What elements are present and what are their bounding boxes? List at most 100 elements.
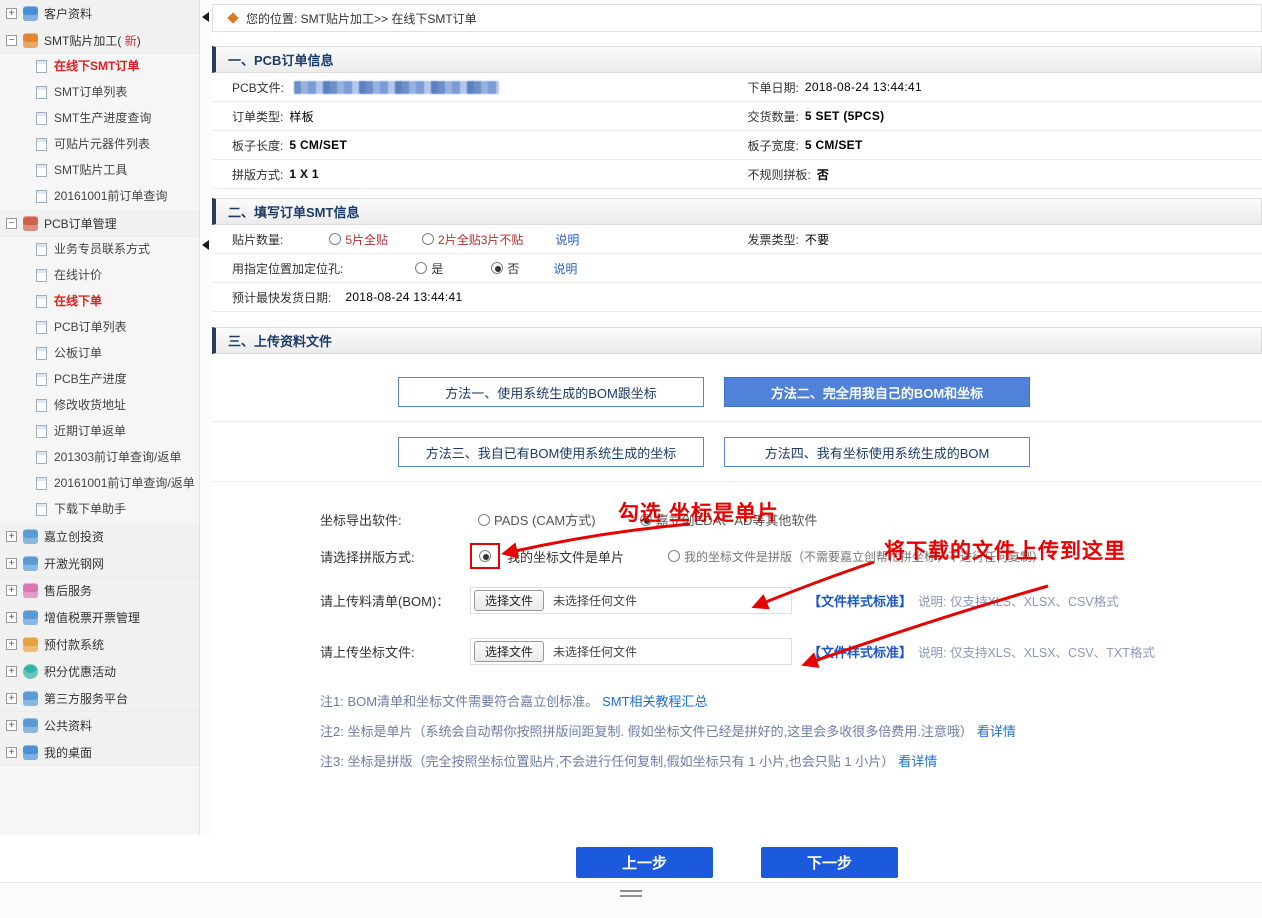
prev-step-button[interactable]: 上一步	[576, 847, 713, 878]
note-2: 注2: 坐标是单片（系统会自动帮你按照拼版间距复制. 假如坐标文件已经是拼好的,…	[212, 721, 1262, 740]
paste-qty-option-1-radio[interactable]: 5片全贴	[329, 231, 388, 248]
collapse-icon[interactable]	[6, 35, 17, 46]
collapse-sidebar-arrow-icon[interactable]	[202, 240, 209, 250]
document-icon	[36, 399, 47, 412]
locating-hole-yes-radio[interactable]: 是	[415, 260, 443, 277]
collapse-sidebar-arrow-icon[interactable]	[202, 12, 209, 22]
coord-style-standard-link[interactable]: 【文件样式标准】	[808, 642, 912, 661]
paste-qty-option-2-radio[interactable]: 2片全贴3片不贴	[422, 231, 523, 248]
coord-single-piece-radio[interactable]: 我的坐标文件是单片	[507, 547, 624, 566]
bom-style-standard-link[interactable]: 【文件样式标准】	[808, 591, 912, 610]
sidebar-group-jlc-investment[interactable]: 嘉立创投资	[0, 523, 199, 550]
smt-tutorials-link[interactable]: SMT相关教程汇总	[602, 694, 707, 709]
document-icon	[36, 373, 47, 386]
locating-hole-help-link[interactable]: 说明	[553, 260, 577, 277]
board-width-label: 板子宽度:	[748, 137, 799, 154]
sidebar-item-download-helper[interactable]: 下载下单助手	[0, 497, 199, 523]
board-width-value: 5 CM/SET	[805, 138, 863, 152]
expand-icon[interactable]	[6, 585, 17, 596]
sidebar-item-modify-address[interactable]: 修改收货地址	[0, 393, 199, 419]
section-title-upload: 三、上传资料文件	[212, 327, 1262, 354]
sidebar-item-component-list[interactable]: 可贴片元器件列表	[0, 132, 199, 158]
customer-icon	[23, 6, 38, 21]
radio-icon[interactable]	[668, 550, 680, 562]
coord-upload-label: 请上传坐标文件:	[320, 642, 470, 661]
coord-choose-file-button[interactable]: 选择文件	[474, 641, 544, 662]
sidebar-item-specialist-contact[interactable]: 业务专员联系方式	[0, 237, 199, 263]
panel-mode-label: 拼版方式:	[232, 166, 283, 183]
item-label: 修改收货地址	[54, 398, 126, 413]
sidebar-group-smt-assembly[interactable]: SMT贴片加工( 新)	[0, 27, 199, 54]
expand-icon[interactable]	[6, 747, 17, 758]
sidebar-item-smt-order-list[interactable]: SMT订单列表	[0, 80, 199, 106]
expand-icon[interactable]	[6, 612, 17, 623]
bom-file-input[interactable]: 选择文件 未选择任何文件	[470, 587, 792, 614]
method-2-button[interactable]: 方法二、完全用我自己的BOM和坐标	[724, 377, 1030, 407]
sidebar-item-pcb-progress[interactable]: PCB生产进度	[0, 367, 199, 393]
irregular-panel-value: 否	[817, 166, 829, 183]
stencil-icon	[23, 556, 38, 571]
sidebar-item-public-board-order[interactable]: 公板订单	[0, 341, 199, 367]
delivery-qty-label: 交货数量:	[748, 108, 799, 125]
pcb-file-masked-value	[294, 81, 499, 94]
document-icon	[36, 164, 47, 177]
radio-icon[interactable]	[329, 233, 341, 245]
item-label: 201303前订单查询/返单	[54, 450, 181, 465]
radio-checked-icon[interactable]	[479, 550, 491, 562]
sidebar-group-pcb-order-management[interactable]: PCB订单管理	[0, 210, 199, 237]
sidebar-group-third-party[interactable]: 第三方服务平台	[0, 685, 199, 712]
item-label: 下载下单助手	[54, 502, 126, 517]
coord-panelized-radio[interactable]: 我的坐标文件是拼版（不需要嘉立创帮忙拼坐标，不进行任何复制）	[668, 548, 1044, 565]
expand-icon[interactable]	[6, 558, 17, 569]
sidebar-item-orders-before-20161001[interactable]: 20161001前订单查询	[0, 184, 199, 210]
expand-icon[interactable]	[6, 720, 17, 731]
sidebar-item-smt-progress[interactable]: SMT生产进度查询	[0, 106, 199, 132]
collapse-icon[interactable]	[6, 218, 17, 229]
expand-icon[interactable]	[6, 639, 17, 650]
method-4-button[interactable]: 方法四、我有坐标使用系统生成的BOM	[724, 437, 1030, 467]
radio-icon[interactable]	[415, 262, 427, 274]
sidebar-group-my-desktop[interactable]: 我的桌面	[0, 739, 199, 766]
sidebar-item-orders-before-201303[interactable]: 201303前订单查询/返单	[0, 445, 199, 471]
sidebar-item-online-smt-order[interactable]: 在线下SMT订单	[0, 54, 199, 80]
note-2-details-link[interactable]: 看详情	[977, 724, 1016, 739]
sidebar-item-pcb-orders-before-20161001[interactable]: 20161001前订单查询/返单	[0, 471, 199, 497]
expand-icon[interactable]	[6, 8, 17, 19]
coord-software-pads-radio[interactable]: PADS (CAM方式)	[478, 510, 596, 529]
note-3-details-link[interactable]: 看详情	[898, 754, 937, 769]
bom-choose-file-button[interactable]: 选择文件	[474, 590, 544, 611]
locating-hole-no-radio[interactable]: 否	[491, 260, 519, 277]
paste-qty-help-link[interactable]: 说明	[555, 231, 579, 248]
sidebar-group-after-sales[interactable]: 售后服务	[0, 577, 199, 604]
sidebar-item-recent-reorder[interactable]: 近期订单返单	[0, 419, 199, 445]
document-icon	[36, 138, 47, 151]
radio-checked-icon[interactable]	[491, 262, 503, 274]
sidebar-group-vat-invoice[interactable]: 增值税票开票管理	[0, 604, 199, 631]
sidebar-group-prepayment[interactable]: 预付款系统	[0, 631, 199, 658]
group-label: 增值税票开票管理	[44, 609, 140, 626]
expand-icon[interactable]	[6, 693, 17, 704]
radio-icon[interactable]	[422, 233, 434, 245]
sidebar-item-online-quote[interactable]: 在线计价	[0, 263, 199, 289]
drag-handle-icon[interactable]	[620, 890, 642, 900]
coord-file-input[interactable]: 选择文件 未选择任何文件	[470, 638, 792, 665]
coord-software-other-radio[interactable]: 嘉立创EDA、AD等其他软件	[640, 510, 818, 529]
sidebar-group-laser-stencil[interactable]: 开激光钢网	[0, 550, 199, 577]
sidebar-group-customer-data[interactable]: 客户资料	[0, 0, 199, 27]
sidebar-group-public-data[interactable]: 公共资料	[0, 712, 199, 739]
method-1-button[interactable]: 方法一、使用系统生成的BOM跟坐标	[398, 377, 704, 407]
expand-icon[interactable]	[6, 531, 17, 542]
expand-icon[interactable]	[6, 666, 17, 677]
sidebar-group-points-activity[interactable]: 积分优惠活动	[0, 658, 199, 685]
sidebar-splitter[interactable]	[200, 0, 212, 835]
next-step-button[interactable]: 下一步	[761, 847, 898, 878]
radio-icon[interactable]	[478, 514, 490, 526]
document-icon	[36, 269, 47, 282]
sidebar-item-pcb-order-list[interactable]: PCB订单列表	[0, 315, 199, 341]
sidebar-item-smt-tools[interactable]: SMT贴片工具	[0, 158, 199, 184]
method-buttons-row-1: 方法一、使用系统生成的BOM跟坐标 方法二、完全用我自己的BOM和坐标	[212, 377, 1262, 422]
method-3-button[interactable]: 方法三、我自已有BOM使用系统生成的坐标	[398, 437, 704, 467]
sidebar-item-online-order[interactable]: 在线下单	[0, 289, 199, 315]
radio-checked-icon[interactable]	[640, 514, 652, 526]
bom-upload-row: 请上传料清单(BOM)： 选择文件 未选择任何文件 【文件样式标准】 说明: 仅…	[212, 587, 1262, 614]
